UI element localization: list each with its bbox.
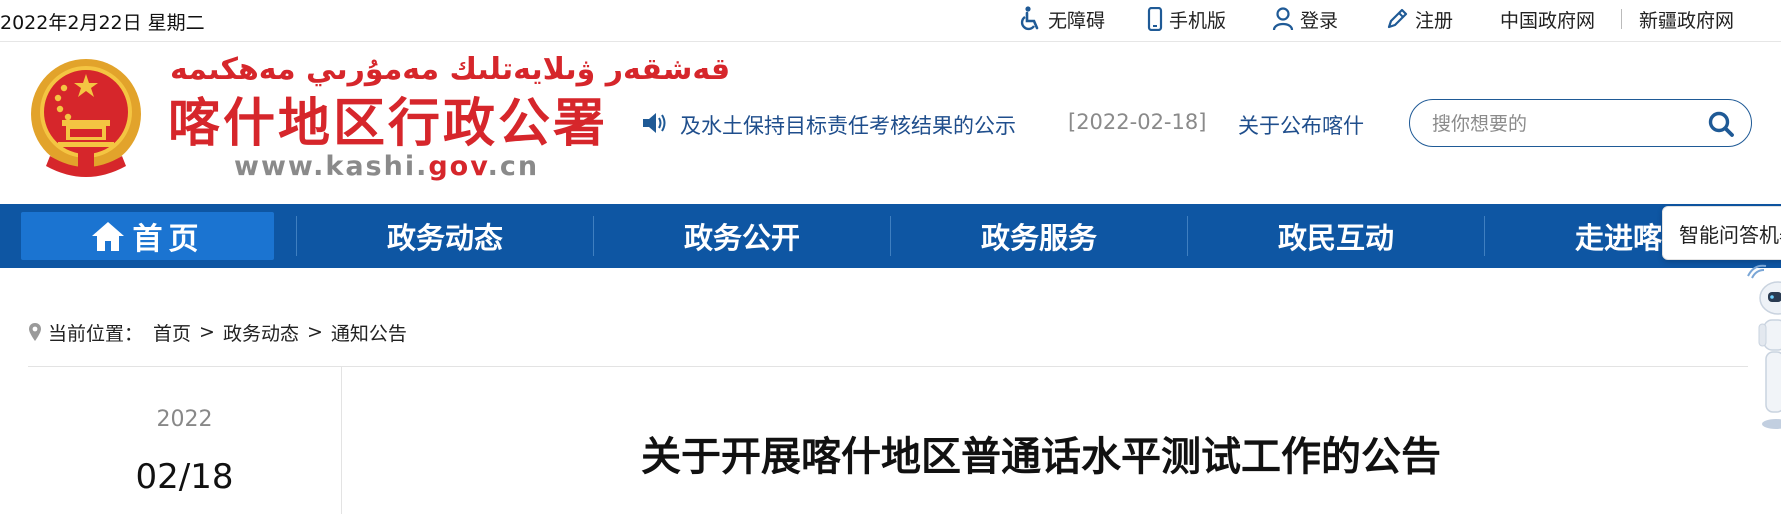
ticker-date: [2022-02-18] (1068, 110, 1207, 134)
search-icon[interactable] (1707, 110, 1735, 138)
logo-chinese-text: 喀什地区行政公署 (168, 94, 609, 154)
logo-url-suffix: .cn (487, 151, 540, 182)
breadcrumb-news[interactable]: 政务动态 (223, 319, 299, 346)
location-pin-icon (29, 323, 41, 341)
pencil-icon (1387, 8, 1408, 29)
topbar-divider (1621, 9, 1622, 29)
search-input[interactable] (1430, 109, 1694, 139)
mobile-version-label: 手机版 (1169, 9, 1227, 32)
current-date: 2022年2月22日 星期二 (0, 12, 205, 34)
nav-item-interaction[interactable]: 政民互动 (1188, 204, 1484, 268)
logo-url-gov: gov (428, 151, 488, 182)
logo-url-text: www.kashi.gov.cn (234, 151, 539, 182)
news-ticker: 及水土保持目标责任考核结果的公示 [2022-02-18] 关于公布喀什 (640, 106, 1370, 142)
national-emblem-icon (31, 59, 141, 177)
article-year: 2022 (156, 407, 213, 432)
main-nav: 首页 政务动态 政务公开 政务服务 政民互动 走进喀什 (0, 204, 1781, 268)
nav-item-news[interactable]: 政务动态 (297, 204, 593, 268)
speaker-icon (643, 113, 666, 133)
mobile-phone-icon (1147, 7, 1163, 31)
ticker-news-link[interactable]: 关于公布喀什 (1238, 110, 1364, 140)
wheelchair-icon (1020, 6, 1039, 31)
login-label: 登录 (1300, 9, 1339, 32)
nav-home-label: 首页 (132, 222, 205, 257)
top-bar: 2022年2月22日 星期二 无障碍 手机版 登录 注册 中国政府网 新疆政府网 (0, 0, 1781, 42)
breadcrumb-label: 当前位置： (48, 322, 144, 345)
article-month-day: 02/18 (135, 457, 234, 497)
breadcrumb-separator: > (306, 321, 323, 343)
logo-uyghur-text: قەشقەر ۋىلايەتلىك مەمۇرىي مەھكىمە (170, 52, 731, 87)
nav-item-services[interactable]: 政务服务 (891, 204, 1187, 268)
nav-item-open-government[interactable]: 政务公开 (594, 204, 890, 268)
breadcrumb-separator: > (199, 321, 215, 343)
login-link[interactable]: 登录 (1272, 5, 1338, 33)
breadcrumb-notices[interactable]: 通知公告 (331, 319, 407, 346)
ticker-news-link[interactable]: 及水土保持目标责任考核结果的公示 (680, 110, 1016, 140)
register-link[interactable]: 注册 (1385, 5, 1453, 33)
logo-url-prefix: www.kashi. (234, 151, 429, 182)
china-gov-label: 中国政府网 (1500, 9, 1596, 32)
chatbot-robot-icon[interactable] (1742, 264, 1781, 444)
chatbot-tooltip[interactable]: 智能问答机器人 (1662, 206, 1781, 260)
nav-item-home[interactable]: 首页 (21, 212, 274, 260)
mobile-version-link[interactable]: 手机版 (1147, 5, 1226, 33)
accessibility-label: 无障碍 (1048, 9, 1106, 32)
register-label: 注册 (1415, 9, 1454, 32)
china-gov-link[interactable]: 中国政府网 (1500, 5, 1595, 33)
breadcrumb-home[interactable]: 首页 (153, 319, 191, 346)
accessibility-link[interactable]: 无障碍 (1020, 5, 1105, 33)
article-date-panel: 2022 02/18 (28, 367, 342, 514)
xinjiang-gov-label: 新疆政府网 (1639, 9, 1735, 32)
home-icon (91, 222, 124, 251)
breadcrumb: 当前位置： 首页 > 政务动态 > 通知公告 (28, 318, 407, 346)
user-icon (1272, 7, 1294, 31)
article-title: 关于开展喀什地区普通话水平测试工作的公告 (641, 434, 1441, 480)
xinjiang-gov-link[interactable]: 新疆政府网 (1639, 5, 1734, 33)
search-box (1409, 99, 1752, 147)
